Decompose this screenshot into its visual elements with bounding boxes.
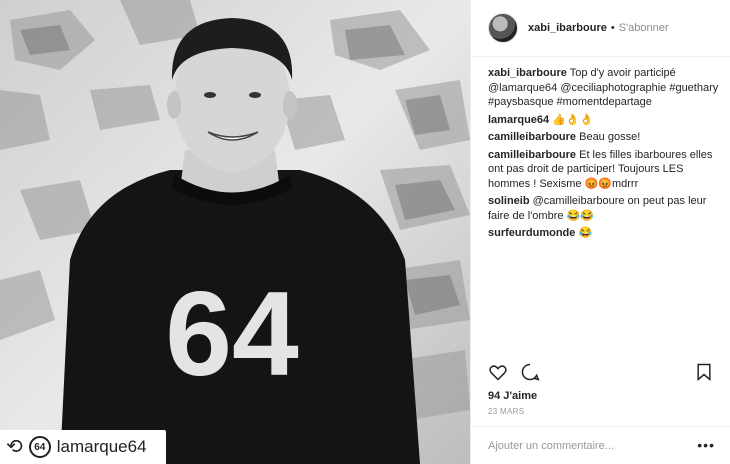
caption-author[interactable]: xabi_ibarboure xyxy=(488,67,567,79)
comment-text: 👍👌👌 xyxy=(552,113,594,126)
sweater-number: 64 xyxy=(165,267,299,401)
comment-item: lamarque64 👍👌👌 xyxy=(488,113,720,128)
comment-icon[interactable] xyxy=(520,362,540,382)
header-separator: • xyxy=(610,22,615,34)
more-options-button[interactable]: ••• xyxy=(697,437,715,453)
comment-user[interactable]: lamarque64 xyxy=(488,114,549,126)
repost-badge: 64 xyxy=(28,436,51,458)
post-header: xabi_ibarboure • S'abonner xyxy=(471,0,730,57)
comment-item: camilleibarboure Et les filles ibarboure… xyxy=(488,148,720,192)
author-avatar[interactable] xyxy=(488,13,518,43)
add-comment-bar: Ajouter un commentaire... ••• xyxy=(471,426,730,464)
comment-text: 😂 xyxy=(578,227,593,239)
bookmark-icon[interactable] xyxy=(694,362,714,382)
heart-icon[interactable] xyxy=(488,362,508,382)
like-count[interactable]: 94 J'aime xyxy=(488,390,537,402)
repost-watermark: ⟲ 64 lamarque64 xyxy=(0,430,166,464)
comment-user[interactable]: surfeurdumonde xyxy=(488,227,575,239)
post-photo[interactable]: 64 ⟲ 64 lamarque64 xyxy=(0,0,470,464)
comment-item: camilleibarboure Beau gosse! xyxy=(488,130,720,145)
comment-text: Beau gosse! xyxy=(579,131,641,143)
post-date: 23 MARS xyxy=(488,407,525,416)
repost-handle: lamarque64 xyxy=(56,437,147,456)
add-comment-input[interactable]: Ajouter un commentaire... xyxy=(488,440,614,452)
action-bar xyxy=(488,362,714,382)
caption: xabi_ibarboure Top d'y avoir participé @… xyxy=(488,66,720,110)
comment-user[interactable]: solineib xyxy=(488,195,530,207)
author-username[interactable]: xabi_ibarboure xyxy=(528,22,607,34)
photo-image: 64 xyxy=(0,0,470,464)
comment-user[interactable]: camilleibarboure xyxy=(488,149,576,161)
comment-item: solineib @camilleibarboure on peut pas l… xyxy=(488,194,720,223)
repost-icon: ⟲ xyxy=(6,436,23,458)
comment-list: xabi_ibarboure Top d'y avoir participé @… xyxy=(488,66,720,244)
comment-user[interactable]: camilleibarboure xyxy=(488,131,576,143)
comment-item: surfeurdumonde 😂 xyxy=(488,226,720,241)
follow-button[interactable]: S'abonner xyxy=(619,22,669,34)
post-side-panel: xabi_ibarboure • S'abonner xabi_ibarbour… xyxy=(470,0,730,464)
